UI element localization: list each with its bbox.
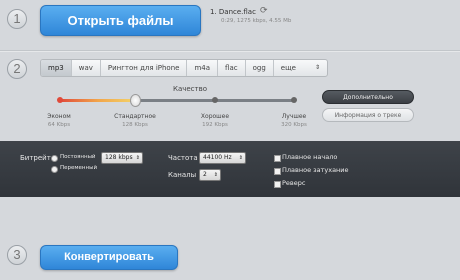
tab-ogg[interactable]: ogg <box>246 60 274 76</box>
quality-sub-best: 320 Kbps <box>281 122 307 128</box>
frequency-select-value: 44100 Hz <box>203 154 232 161</box>
channels-label: Каналы <box>168 171 197 179</box>
loading-icon: ⟳ <box>260 6 268 16</box>
bitrate-select-value: 128 kbps <box>105 154 133 161</box>
radio-constant-label: Постоянный <box>60 154 96 160</box>
channels-select[interactable]: 2 ⇕ <box>199 169 221 181</box>
quality-stop-best[interactable] <box>291 97 297 103</box>
tab-more[interactable]: еще ⇕ <box>274 60 327 76</box>
reverse-checkbox[interactable] <box>274 181 281 188</box>
quality-slider-handle[interactable] <box>130 94 141 107</box>
select-arrows-icon: ⇕ <box>238 155 243 161</box>
reverse-label: Реверс <box>282 179 306 187</box>
select-arrows-icon: ⇕ <box>135 155 140 161</box>
advanced-button[interactable]: Дополнительно <box>322 90 414 104</box>
fade-out-checkbox[interactable] <box>274 168 281 175</box>
frequency-label: Частота <box>168 154 198 162</box>
quality-title: Качество <box>172 85 208 93</box>
radio-variable[interactable] <box>51 166 58 173</box>
quality-stop-economy[interactable] <box>57 97 63 103</box>
tab-mp3[interactable]: mp3 <box>41 60 72 76</box>
quality-sub-economy: 64 Kbps <box>47 122 71 128</box>
step-3-badge: 3 <box>7 245 27 265</box>
frequency-select[interactable]: 44100 Hz ⇕ <box>199 152 246 164</box>
radio-variable-label: Переменный <box>60 165 98 171</box>
quality-track-left <box>60 99 136 102</box>
quality-stop-good[interactable] <box>212 97 218 103</box>
radio-constant[interactable] <box>51 155 58 162</box>
up-down-arrows-icon: ⇕ <box>314 64 320 71</box>
file-name: 1. Dance.flac <box>210 8 256 16</box>
tab-iphone-ringtone[interactable]: Рингтон для iPhone <box>101 60 188 76</box>
fade-in-checkbox[interactable] <box>274 155 281 162</box>
tab-m4a[interactable]: m4a <box>187 60 219 76</box>
select-arrows-icon: ⇕ <box>213 172 218 178</box>
channels-select-value: 2 <box>203 171 207 178</box>
track-info-button[interactable]: Информация о треке <box>322 108 414 122</box>
quality-label-best: Лучшее <box>281 113 307 120</box>
bitrate-label: Битрейт <box>20 154 51 162</box>
quality-sub-standard: 128 Kbps <box>122 122 148 128</box>
tab-more-label: еще <box>280 64 296 72</box>
fade-out-label: Плавное затухание <box>282 166 349 174</box>
tab-wav[interactable]: wav <box>72 60 101 76</box>
quality-label-good: Хорошее <box>200 113 230 120</box>
bitrate-select[interactable]: 128 kbps ⇕ <box>101 152 143 164</box>
convert-button[interactable]: Конвертировать <box>40 245 178 270</box>
file-info: 0:29, 1275 kbps, 4.55 Mb <box>221 18 292 24</box>
fade-in-label: Плавное начало <box>282 153 338 161</box>
step-1-badge: 1 <box>7 9 27 29</box>
quality-label-economy: Эконом <box>47 113 71 120</box>
quality-sub-good: 192 Kbps <box>202 122 228 128</box>
quality-label-standard: Стандартное <box>114 113 156 120</box>
divider-1 <box>0 50 460 52</box>
format-tabs: mp3 wav Рингтон для iPhone m4a flac ogg … <box>40 59 328 77</box>
open-files-button[interactable]: Открыть файлы <box>40 5 201 36</box>
step-2-badge: 2 <box>7 59 27 79</box>
tab-flac[interactable]: flac <box>218 60 246 76</box>
